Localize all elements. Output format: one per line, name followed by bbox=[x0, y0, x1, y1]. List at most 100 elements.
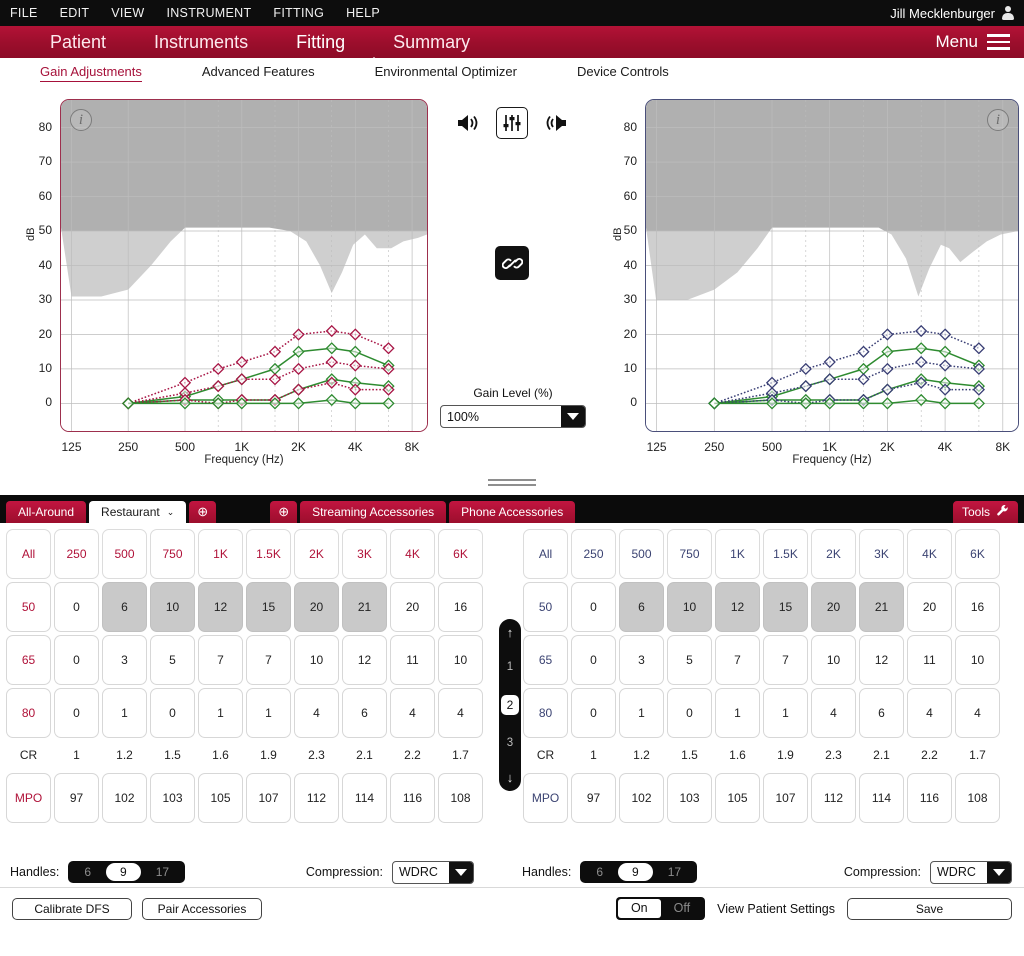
sliders-icon[interactable] bbox=[496, 107, 528, 139]
left-compression-select[interactable]: WDRC bbox=[392, 860, 474, 884]
menu-edit[interactable]: EDIT bbox=[60, 6, 90, 20]
patient-settings-toggle[interactable]: On Off bbox=[615, 897, 706, 920]
panel-divider[interactable] bbox=[0, 477, 1024, 495]
channel-stepper[interactable]: ↑ 1 2 3 ↓ bbox=[499, 619, 521, 791]
menu-fitting[interactable]: FITTING bbox=[273, 6, 324, 20]
freq-header-6K[interactable]: 6K bbox=[955, 529, 1000, 579]
link-chain-icon[interactable] bbox=[495, 246, 529, 280]
mpo-cell[interactable]: 112 bbox=[811, 773, 856, 823]
gain-cell[interactable]: 12 bbox=[859, 635, 904, 685]
gain-cell[interactable]: 0 bbox=[571, 582, 616, 632]
mpo-label[interactable]: MPO bbox=[523, 773, 568, 823]
menu-file[interactable]: FILE bbox=[10, 6, 38, 20]
subtab-gain-adjustments[interactable]: Gain Adjustments bbox=[40, 64, 142, 82]
gain-cell[interactable]: 4 bbox=[811, 688, 856, 738]
right-compression-select[interactable]: WDRC bbox=[930, 860, 1012, 884]
gain-cell[interactable]: 7 bbox=[715, 635, 760, 685]
nav-tab-instruments[interactable]: Instruments bbox=[154, 32, 248, 53]
mpo-cell[interactable]: 116 bbox=[907, 773, 952, 823]
mpo-cell[interactable]: 107 bbox=[246, 773, 291, 823]
mpo-cell[interactable]: 114 bbox=[859, 773, 904, 823]
level-header-50[interactable]: 50 bbox=[6, 582, 51, 632]
mpo-cell[interactable]: 102 bbox=[102, 773, 147, 823]
save-button[interactable]: Save bbox=[847, 897, 1012, 920]
menu-button-label[interactable]: Menu bbox=[935, 32, 978, 52]
right-handles-segmented[interactable]: 6 9 17 bbox=[580, 861, 698, 883]
menu-instrument[interactable]: INSTRUMENT bbox=[166, 6, 251, 20]
gain-cell[interactable]: 20 bbox=[294, 582, 339, 632]
freq-header-500[interactable]: 500 bbox=[619, 529, 664, 579]
gain-cell[interactable]: 4 bbox=[438, 688, 483, 738]
gain-cell[interactable]: 1 bbox=[102, 688, 147, 738]
gain-cell[interactable]: 4 bbox=[955, 688, 1000, 738]
left-handles-option-6[interactable]: 6 bbox=[72, 865, 103, 879]
toggle-off-option[interactable]: Off bbox=[661, 899, 703, 918]
freq-header-2K[interactable]: 2K bbox=[811, 529, 856, 579]
stepper-option-3[interactable]: 3 bbox=[507, 737, 513, 749]
freq-header-750[interactable]: 750 bbox=[150, 529, 195, 579]
nav-tab-fitting[interactable]: Fitting bbox=[296, 32, 345, 53]
left-handles-option-17[interactable]: 17 bbox=[144, 865, 181, 879]
freq-header-1-5K[interactable]: 1.5K bbox=[246, 529, 291, 579]
gain-cell[interactable]: 11 bbox=[390, 635, 435, 685]
person-icon[interactable] bbox=[1001, 6, 1014, 20]
right-handles-option-9[interactable]: 9 bbox=[618, 863, 653, 881]
gain-cell[interactable]: 0 bbox=[54, 582, 99, 632]
gain-cell[interactable]: 15 bbox=[246, 582, 291, 632]
gain-cell[interactable]: 7 bbox=[763, 635, 808, 685]
mpo-cell[interactable]: 102 bbox=[619, 773, 664, 823]
level-header-65[interactable]: 65 bbox=[523, 635, 568, 685]
mpo-cell[interactable]: 103 bbox=[667, 773, 712, 823]
gain-cell[interactable]: 10 bbox=[667, 582, 712, 632]
gain-cell[interactable]: 0 bbox=[150, 688, 195, 738]
subtab-environmental-optimizer[interactable]: Environmental Optimizer bbox=[375, 64, 517, 81]
gain-cell[interactable]: 6 bbox=[342, 688, 387, 738]
mpo-cell[interactable]: 114 bbox=[342, 773, 387, 823]
gain-cell[interactable]: 1 bbox=[198, 688, 243, 738]
gain-cell[interactable]: 3 bbox=[619, 635, 664, 685]
divider-grip-icon[interactable] bbox=[488, 479, 536, 489]
gain-cell[interactable]: 20 bbox=[907, 582, 952, 632]
gain-cell[interactable]: 15 bbox=[763, 582, 808, 632]
gain-cell[interactable]: 3 bbox=[102, 635, 147, 685]
calibrate-dfs-button[interactable]: Calibrate DFS bbox=[12, 897, 132, 920]
freq-header-1K[interactable]: 1K bbox=[715, 529, 760, 579]
program-tab-streaming-accessories[interactable]: Streaming Accessories bbox=[300, 501, 447, 523]
gain-cell[interactable]: 6 bbox=[859, 688, 904, 738]
mpo-cell[interactable]: 105 bbox=[198, 773, 243, 823]
menu-view[interactable]: VIEW bbox=[111, 6, 144, 20]
mpo-cell[interactable]: 108 bbox=[438, 773, 483, 823]
gain-cell[interactable]: 1 bbox=[715, 688, 760, 738]
right-chart-info-icon[interactable]: i bbox=[987, 109, 1009, 131]
add-program-button-1[interactable]: ⊕ bbox=[189, 501, 217, 523]
gain-cell[interactable]: 6 bbox=[619, 582, 664, 632]
gain-cell[interactable]: 16 bbox=[955, 582, 1000, 632]
level-header-50[interactable]: 50 bbox=[523, 582, 568, 632]
level-header-65[interactable]: 65 bbox=[6, 635, 51, 685]
gain-cell[interactable]: 12 bbox=[198, 582, 243, 632]
freq-header-All[interactable]: All bbox=[523, 529, 568, 579]
speaker-right-icon[interactable] bbox=[543, 112, 569, 134]
freq-header-3K[interactable]: 3K bbox=[859, 529, 904, 579]
gain-cell[interactable]: 4 bbox=[390, 688, 435, 738]
gain-cell[interactable]: 11 bbox=[907, 635, 952, 685]
gain-cell[interactable]: 1 bbox=[619, 688, 664, 738]
gain-cell[interactable]: 10 bbox=[150, 582, 195, 632]
gain-cell[interactable]: 10 bbox=[955, 635, 1000, 685]
program-tab-all-around[interactable]: All-Around bbox=[6, 501, 87, 523]
gain-cell[interactable]: 16 bbox=[438, 582, 483, 632]
gain-cell[interactable]: 7 bbox=[198, 635, 243, 685]
gain-cell[interactable]: 10 bbox=[438, 635, 483, 685]
mpo-cell[interactable]: 97 bbox=[54, 773, 99, 823]
subtab-device-controls[interactable]: Device Controls bbox=[577, 64, 669, 81]
gain-cell[interactable]: 5 bbox=[667, 635, 712, 685]
gain-cell[interactable]: 12 bbox=[715, 582, 760, 632]
gain-level-select[interactable]: 100% bbox=[440, 405, 586, 428]
freq-header-All[interactable]: All bbox=[6, 529, 51, 579]
stepper-option-1[interactable]: 1 bbox=[507, 661, 513, 673]
freq-header-1K[interactable]: 1K bbox=[198, 529, 243, 579]
add-program-button-2[interactable]: ⊕ bbox=[270, 501, 298, 523]
mpo-cell[interactable]: 116 bbox=[390, 773, 435, 823]
gain-cell[interactable]: 20 bbox=[811, 582, 856, 632]
freq-header-250[interactable]: 250 bbox=[54, 529, 99, 579]
